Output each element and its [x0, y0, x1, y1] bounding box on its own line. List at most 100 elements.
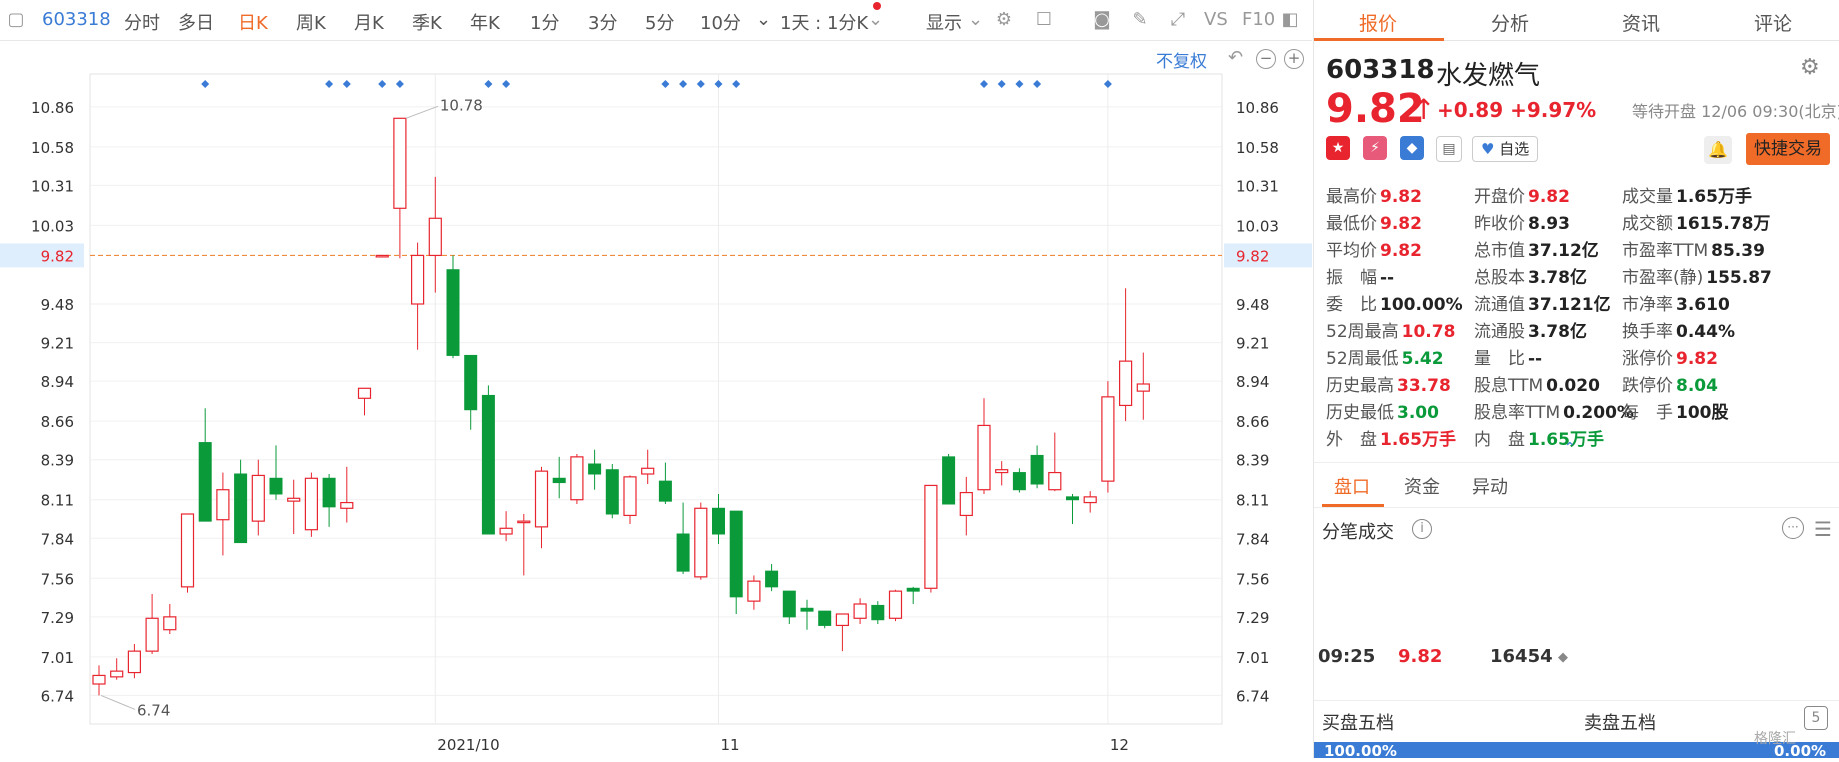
stat-item: 成交量 1.65万手	[1622, 182, 1752, 207]
panel-toggle-icon[interactable]: ▢	[6, 10, 26, 30]
stat-value: 8.93	[1528, 214, 1570, 234]
zoom-in-icon[interactable]: +	[1284, 49, 1304, 69]
stat-label: 股息TTM	[1474, 376, 1544, 396]
candle-body	[835, 613, 850, 627]
event-marker-icon	[201, 80, 210, 88]
subtab-anomaly[interactable]: 异动	[1472, 473, 1508, 499]
stat-value: 3.78亿	[1528, 268, 1587, 288]
tab-news[interactable]: 资讯	[1622, 9, 1660, 36]
sub-tabs: 盘口 资金 异动	[1314, 462, 1839, 508]
stat-label: 每 手	[1622, 403, 1673, 423]
kline-svg[interactable]: 10.86 10.86 10.58 10.58 10.31 10.31 10.03 10.03…	[0, 41, 1312, 758]
stat-value: 5.42	[1401, 349, 1444, 369]
period-tab-monthly[interactable]: 月K	[354, 9, 384, 35]
compare-vs-button[interactable]: VS	[1204, 9, 1228, 30]
camera-icon[interactable]: ◙	[1092, 10, 1112, 30]
period-tab-5min[interactable]: 5分	[645, 9, 674, 35]
display-menu[interactable]: 显示	[926, 9, 962, 35]
stat-label: 涨停价	[1622, 349, 1673, 369]
tab-comments[interactable]: 评论	[1754, 9, 1792, 36]
list-view-icon[interactable]: ☰	[1814, 517, 1832, 541]
subtab-orderbook[interactable]: 盘口	[1334, 473, 1370, 499]
china-flag-icon[interactable]: ★	[1326, 136, 1350, 160]
panel-settings-gear-icon[interactable]: ⚙	[1800, 55, 1820, 80]
draw-pencil-icon[interactable]: ✎	[1130, 10, 1150, 30]
quick-trade-button[interactable]: 快捷交易	[1746, 133, 1830, 165]
tab-quote[interactable]: 报价	[1359, 9, 1397, 36]
tab-analysis[interactable]: 分析	[1491, 9, 1529, 36]
undo-icon[interactable]: ↶	[1228, 47, 1243, 68]
add-favorite-label: 自选	[1499, 140, 1530, 158]
candle-body	[1048, 471, 1062, 491]
subtab-fund[interactable]: 资金	[1404, 473, 1440, 499]
period-tab-intraday[interactable]: 分时	[124, 9, 160, 35]
max-price-label: 10.78	[440, 96, 483, 114]
settings-gear-icon[interactable]: ⚙	[994, 10, 1014, 30]
candle-body	[871, 604, 885, 621]
sidebar-toggle-icon[interactable]: ◧	[1280, 10, 1300, 30]
period-tab-multiday[interactable]: 多日	[178, 9, 214, 35]
y-tick-label-right: 9.21	[1236, 335, 1269, 353]
candle-body	[411, 254, 425, 305]
candle-body	[145, 617, 159, 652]
stat-label: 流通值	[1474, 295, 1525, 315]
collapse-caret-icon[interactable]: ⌃	[1564, 440, 1576, 456]
depth-five-icon[interactable]: 5	[1804, 706, 1828, 730]
y-tick-label-right: 10.03	[1236, 217, 1279, 235]
sell-book-title: 卖盘五档	[1584, 713, 1656, 734]
stat-item: 52周最高 10.78	[1326, 317, 1455, 342]
kline-chart[interactable]: 10.86 10.86 10.58 10.58 10.31 10.31 10.03 10.03…	[0, 41, 1312, 758]
event-marker-icon	[679, 80, 688, 88]
info-icon[interactable]: i	[1412, 519, 1432, 539]
overlay-square-icon[interactable]: ☐	[1034, 10, 1054, 30]
candle-body	[110, 670, 124, 678]
candle-body	[605, 469, 619, 515]
period-more-chevron-icon[interactable]: ⌄	[756, 9, 771, 30]
f10-button[interactable]: F10	[1242, 9, 1275, 30]
stat-item: 市盈率(静) 155.87	[1622, 263, 1772, 288]
more-options-icon[interactable]: ···	[1782, 517, 1804, 539]
interval-select[interactable]: 1天 : 1分K	[780, 9, 868, 35]
stat-value: 85.39	[1711, 241, 1765, 261]
stat-value: 9.82	[1528, 187, 1570, 207]
period-tab-weekly[interactable]: 周K	[296, 9, 326, 35]
candle-body	[1012, 472, 1026, 491]
candle-body	[959, 491, 973, 517]
period-tab-10min[interactable]: 10分	[700, 9, 741, 35]
flash-icon[interactable]: ⚡	[1363, 136, 1387, 160]
stat-label: 量 比	[1474, 349, 1525, 369]
y-tick-label-left: 10.86	[31, 99, 74, 117]
chart-toolbar: ▢ 603318 分时 多日 日K 周K 月K 季K 年K 1分 3分 5分 1…	[0, 0, 1312, 41]
stat-label: 委 比	[1326, 295, 1377, 315]
period-tab-3min[interactable]: 3分	[588, 9, 617, 35]
candle-body	[906, 587, 920, 592]
market-status: 等待开盘 12/06 09:30(北京)	[1632, 102, 1839, 121]
stat-value: 0.44%	[1676, 322, 1735, 342]
alert-bell-icon[interactable]: 🔔	[1704, 136, 1732, 164]
period-tab-quarterly[interactable]: 季K	[412, 9, 442, 35]
toolbar-stock-code[interactable]: 603318	[42, 9, 111, 30]
bookmark-icon[interactable]: ▤	[1436, 136, 1462, 162]
zoom-out-icon[interactable]: −	[1256, 49, 1276, 69]
period-tab-yearly[interactable]: 年K	[470, 9, 500, 35]
adjust-mode-button[interactable]: 不复权	[1156, 47, 1207, 72]
tag-icon[interactable]: ◆	[1400, 136, 1424, 160]
y-tick-label-left: 8.11	[41, 492, 74, 510]
add-favorite-button[interactable]: ♥ 自选	[1472, 136, 1539, 162]
fullscreen-icon[interactable]: ⤢	[1168, 10, 1188, 30]
display-chevron-icon[interactable]: ⌄	[968, 9, 983, 30]
stat-item: 股息率TTM 0.200%	[1474, 398, 1634, 423]
candle-body	[588, 463, 602, 475]
stat-item: 总股本 3.78亿	[1474, 263, 1587, 288]
period-tab-daily[interactable]: 日K	[238, 9, 268, 35]
period-tab-1min[interactable]: 1分	[530, 9, 559, 35]
subtab-active-indicator	[1322, 504, 1384, 507]
y-tick-label-left: 9.21	[41, 335, 74, 353]
interval-chevron-icon[interactable]: ⌄	[868, 9, 883, 30]
y-tick-label-left: 7.29	[41, 609, 74, 627]
stat-label: 市净率	[1622, 295, 1673, 315]
min-pointer-line	[100, 694, 136, 710]
stat-label: 总市值	[1474, 241, 1525, 261]
candle-body	[534, 470, 549, 528]
stat-label: 跌停价	[1622, 376, 1673, 396]
